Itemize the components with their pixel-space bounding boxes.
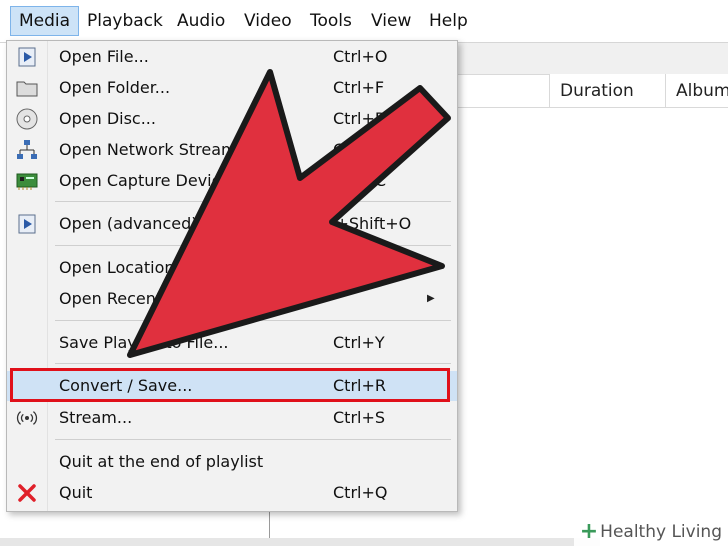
watermark-text: Healthy Living	[600, 522, 722, 542]
menu-item-open-file[interactable]: Open File... Ctrl+O	[7, 42, 457, 72]
menu-media[interactable]: Media	[10, 6, 80, 36]
menu-item-label: Quit at the end of playlist	[59, 452, 264, 471]
menu-item-shortcut: Ctrl+Q	[333, 483, 388, 502]
folder-icon	[16, 77, 38, 99]
menu-item-label: Open Folder...	[59, 78, 171, 97]
menu-item-open-network-stream[interactable]: Open Network Stream... Ctrl+N	[7, 135, 457, 165]
disc-icon	[16, 108, 38, 130]
playlist-toolbar	[440, 42, 728, 75]
menu-view[interactable]: View	[363, 6, 419, 36]
menu-item-label: Open Network Stream...	[59, 140, 252, 159]
header-divider	[440, 107, 728, 108]
column-header-duration[interactable]: Duration	[549, 74, 669, 108]
menu-item-shortcut: Ctrl+R	[333, 376, 386, 395]
column-header-album[interactable]: Album	[665, 74, 728, 108]
menu-item-label: Open Disc...	[59, 109, 156, 128]
menu-item-open-location-clipboard[interactable]: Open Location from clipboard Ctrl+V	[7, 253, 457, 283]
stream-icon	[16, 407, 38, 429]
play-file-icon	[16, 213, 38, 235]
menu-item-open-capture-device[interactable]: Open Capture Device... Ctrl+C	[7, 166, 457, 196]
menu-separator	[55, 439, 451, 440]
menu-audio[interactable]: Audio	[169, 6, 233, 36]
menu-help[interactable]: Help	[421, 6, 476, 36]
menu-item-shortcut: Ctrl+N	[333, 140, 387, 159]
healthy-living-watermark: + Healthy Living	[573, 518, 728, 546]
menu-item-open-folder[interactable]: Open Folder... Ctrl+F	[7, 73, 457, 103]
menu-item-save-playlist[interactable]: Save Playlist to File... Ctrl+Y	[7, 328, 457, 358]
menu-item-shortcut: Ctrl+O	[333, 47, 388, 66]
menu-item-open-advanced[interactable]: Open (advanced)... Ctrl+Shift+O	[7, 209, 457, 239]
menu-separator	[55, 245, 451, 246]
menu-item-shortcut: Ctrl+C	[333, 171, 387, 190]
menu-item-label: Open Recent Media	[59, 289, 216, 308]
menu-video[interactable]: Video	[236, 6, 300, 36]
menu-item-label: Open Capture Device...	[59, 171, 246, 190]
menu-item-shortcut: Ctrl+S	[333, 408, 386, 427]
menu-item-label: Convert / Save...	[59, 376, 193, 395]
status-bar	[0, 538, 600, 546]
capture-card-icon	[16, 170, 38, 192]
menu-item-shortcut: Ctrl+F	[333, 78, 385, 97]
submenu-arrow-icon: ▶	[427, 293, 435, 304]
menu-item-shortcut: Ctrl+V	[333, 258, 386, 277]
plus-logo-icon: +	[579, 519, 599, 544]
menu-item-label: Open File...	[59, 47, 149, 66]
menu-playback[interactable]: Playback	[79, 6, 171, 36]
menu-separator	[55, 320, 451, 321]
menu-item-shortcut: Ctrl+Shift+O	[307, 214, 412, 233]
menu-item-label: Open Location from clipboard	[59, 258, 296, 277]
menu-item-stream[interactable]: Stream... Ctrl+S	[7, 403, 457, 433]
menu-tools[interactable]: Tools	[302, 6, 360, 36]
menu-item-label: Save Playlist to File...	[59, 333, 229, 352]
column-header-label: Duration	[560, 81, 634, 101]
close-x-icon	[16, 482, 38, 504]
menu-item-quit[interactable]: Quit Ctrl+Q	[7, 478, 457, 508]
menu-item-convert-save[interactable]: Convert / Save... Ctrl+R	[7, 371, 457, 401]
menu-bar: Media Playback Audio Video Tools View He…	[0, 0, 728, 43]
menu-item-label: Quit	[59, 483, 93, 502]
menu-item-shortcut: Ctrl+Y	[333, 333, 385, 352]
menu-item-open-recent-media[interactable]: Open Recent Media ▶	[7, 284, 457, 314]
network-icon	[16, 139, 38, 161]
play-file-icon	[16, 46, 38, 68]
menu-item-open-disc[interactable]: Open Disc... Ctrl+D	[7, 104, 457, 134]
menu-separator	[55, 363, 451, 364]
menu-separator	[55, 201, 451, 202]
menu-item-label: Stream...	[59, 408, 133, 427]
menu-item-quit-end-of-playlist[interactable]: Quit at the end of playlist	[7, 447, 457, 477]
column-header-label: Album	[676, 81, 728, 101]
menu-item-shortcut: Ctrl+D	[333, 109, 388, 128]
media-menu-dropdown: Open File... Ctrl+O Open Folder... Ctrl+…	[6, 40, 458, 512]
menu-item-label: Open (advanced)...	[59, 214, 213, 233]
